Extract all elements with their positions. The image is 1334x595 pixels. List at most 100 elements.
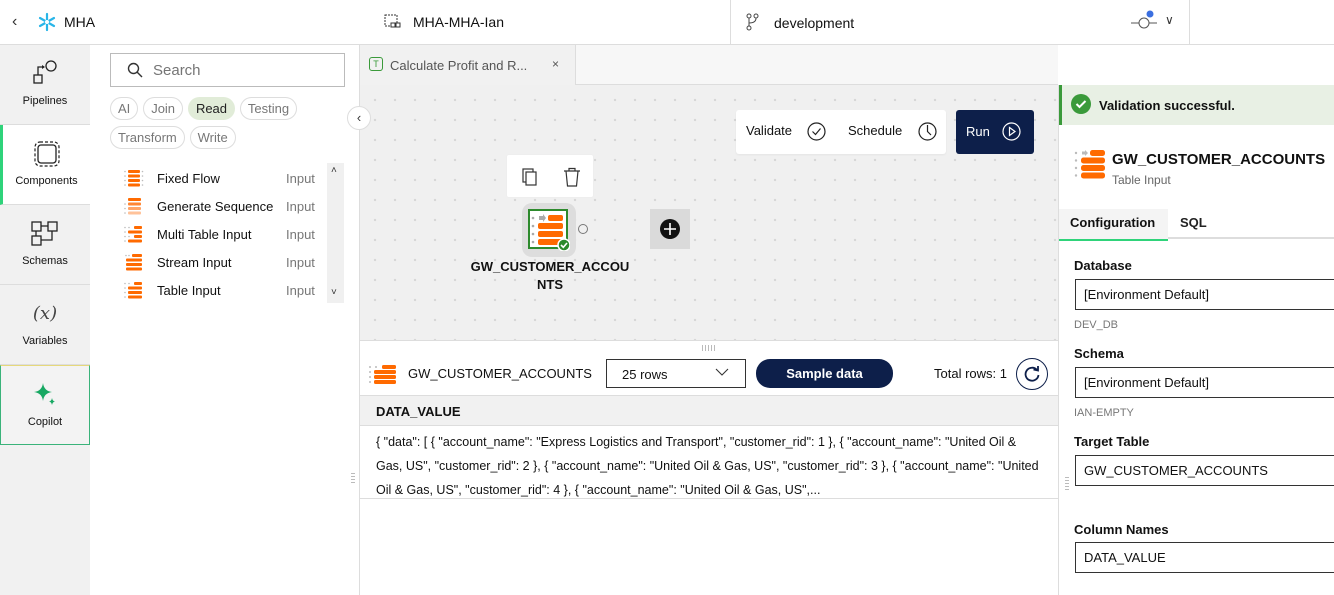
chevron-down-icon[interactable]: ∨: [1165, 13, 1174, 27]
sample-component-name: GW_CUSTOMER_ACCOUNTS: [408, 366, 592, 381]
component-list-scrollbar[interactable]: ˄ ˅: [327, 163, 344, 303]
git-commit-icon[interactable]: [1131, 10, 1157, 32]
nav-copilot[interactable]: Copilot: [0, 365, 90, 445]
properties-tabs: Configuration SQL: [1059, 209, 1334, 241]
snowflake-icon: [38, 12, 56, 32]
component-type: Table Input: [1112, 173, 1171, 187]
search-icon: [127, 62, 143, 78]
notification-dot: [1146, 10, 1154, 18]
canvas-actions: Validate Schedule: [736, 110, 946, 154]
schema-hint: IAN-EMPTY: [1074, 407, 1134, 419]
pipeline-node-gw-customer-accounts[interactable]: [522, 203, 576, 257]
rows-limit-select[interactable]: 25 rows: [606, 359, 746, 388]
close-icon[interactable]: ×: [552, 57, 559, 71]
project-name[interactable]: MHA-MHA-Ian: [413, 14, 504, 30]
component-item-stream-input[interactable]: Stream Input Input: [120, 248, 320, 276]
column-names-field[interactable]: DATA_VALUE: [1075, 542, 1334, 573]
panel-resize-handle[interactable]: [1065, 477, 1069, 491]
clock-icon[interactable]: [918, 122, 937, 141]
component-item-multi-table-input[interactable]: Multi Table Input Input: [120, 220, 320, 248]
top-bar: ‹ MHA MHA-MHA-Ian development ∨: [0, 0, 1334, 45]
component-item-table-input[interactable]: Table Input Input: [120, 276, 320, 304]
nav-pipelines[interactable]: Pipelines: [0, 45, 90, 125]
refresh-icon: [1024, 366, 1040, 382]
nav-label: Copilot: [27, 416, 63, 428]
components-panel: AI Join Read Testing Transform Write Fix…: [90, 45, 360, 595]
filter-chip-transform[interactable]: Transform: [110, 126, 185, 149]
tab-configuration[interactable]: Configuration: [1059, 209, 1168, 241]
pipeline-tab-bar: T Calculate Profit and R... ×: [360, 45, 1058, 85]
database-hint: DEV_DB: [1074, 319, 1119, 331]
filter-chip-join[interactable]: Join: [143, 97, 184, 120]
run-button[interactable]: Run: [956, 110, 1034, 154]
component-name: Generate Sequence: [157, 199, 274, 214]
project-icon: [384, 14, 401, 28]
tab-label: Calculate Profit and R...: [390, 58, 528, 73]
collapse-panel-button[interactable]: ‹: [347, 106, 371, 130]
component-type: Input: [286, 199, 315, 214]
scroll-down-icon[interactable]: ˅: [331, 287, 337, 298]
multi-table-input-icon: [124, 226, 142, 243]
rows-limit-value: 25 rows: [622, 367, 668, 382]
data-table-header: DATA_VALUE: [360, 395, 1058, 426]
sparkle-icon: [34, 383, 55, 405]
resize-grip-icon[interactable]: [702, 345, 716, 351]
copy-icon[interactable]: [521, 167, 539, 187]
chevron-left-icon: ‹: [356, 110, 362, 125]
total-rows: Total rows: 1: [934, 366, 1007, 381]
check-circle-icon[interactable]: [807, 122, 826, 141]
table-input-node-icon: [528, 209, 570, 251]
component-type: Input: [286, 227, 315, 242]
trash-icon[interactable]: [563, 167, 581, 187]
database-label: Database: [1074, 258, 1132, 273]
component-name: Multi Table Input: [157, 227, 252, 242]
stream-input-icon: [125, 254, 142, 271]
table-input-icon: [369, 365, 396, 384]
filter-chip-ai[interactable]: AI: [110, 97, 139, 120]
filter-chip-write[interactable]: Write: [189, 126, 236, 149]
validate-button[interactable]: Validate: [746, 123, 792, 138]
search-box[interactable]: [110, 53, 345, 87]
back-chevron-icon[interactable]: ‹: [12, 13, 17, 31]
nav-label: Schemas: [22, 255, 68, 267]
search-input[interactable]: [153, 60, 333, 80]
nav-schemas[interactable]: Schemas: [0, 205, 90, 285]
filter-chip-read[interactable]: Read: [187, 97, 236, 120]
component-item-generate-sequence[interactable]: Generate Sequence Input: [120, 192, 320, 220]
panel-resize-handle[interactable]: [351, 473, 355, 485]
chevron-down-icon: [715, 368, 729, 376]
table-input-icon: [1074, 150, 1105, 179]
add-component-button[interactable]: [650, 209, 690, 249]
component-item-fixed-flow[interactable]: Fixed Flow Input: [120, 164, 320, 192]
target-table-label: Target Table: [1074, 434, 1150, 449]
variables-icon: (x): [32, 303, 58, 324]
sample-data-button[interactable]: Sample data: [756, 359, 893, 388]
node-toolbar: [506, 154, 594, 198]
tab-sql[interactable]: SQL: [1180, 209, 1207, 239]
refresh-button[interactable]: [1016, 358, 1048, 390]
target-table-field[interactable]: GW_CUSTOMER_ACCOUNTS: [1075, 455, 1334, 486]
schema-label: Schema: [1074, 346, 1124, 361]
transformation-badge-icon: T: [369, 57, 383, 71]
sample-data-panel: GW_CUSTOMER_ACCOUNTS 25 rows Sample data…: [360, 340, 1058, 595]
scroll-up-icon[interactable]: ˄: [331, 165, 337, 176]
nav-components[interactable]: Components: [0, 125, 90, 205]
column-names-label: Column Names: [1074, 522, 1169, 537]
app-name: MHA: [64, 14, 96, 30]
database-field[interactable]: [Environment Default]: [1075, 279, 1334, 310]
tab-pipeline[interactable]: T Calculate Profit and R... ×: [360, 45, 576, 85]
fixed-flow-icon: [124, 170, 144, 187]
node-valid-check-icon: [557, 238, 570, 251]
properties-panel: Validation successful. GW_CUSTOMER_ACCOU…: [1058, 85, 1334, 595]
node-output-port[interactable]: [578, 224, 588, 234]
nav-variables[interactable]: (x) Variables: [0, 285, 90, 365]
schema-field[interactable]: [Environment Default]: [1075, 367, 1334, 398]
nav-label: Variables: [22, 335, 68, 347]
column-header: DATA_VALUE: [376, 404, 461, 419]
component-type: Input: [286, 171, 315, 186]
pipeline-canvas[interactable]: Validate Schedule Run GW_CUSTOMER_ACCOUN…: [360, 85, 1058, 340]
git-branch-icon: [746, 13, 759, 31]
branch-selector[interactable]: development ∨: [730, 0, 1190, 45]
schedule-button[interactable]: Schedule: [848, 123, 902, 138]
filter-chip-testing[interactable]: Testing: [239, 97, 298, 120]
